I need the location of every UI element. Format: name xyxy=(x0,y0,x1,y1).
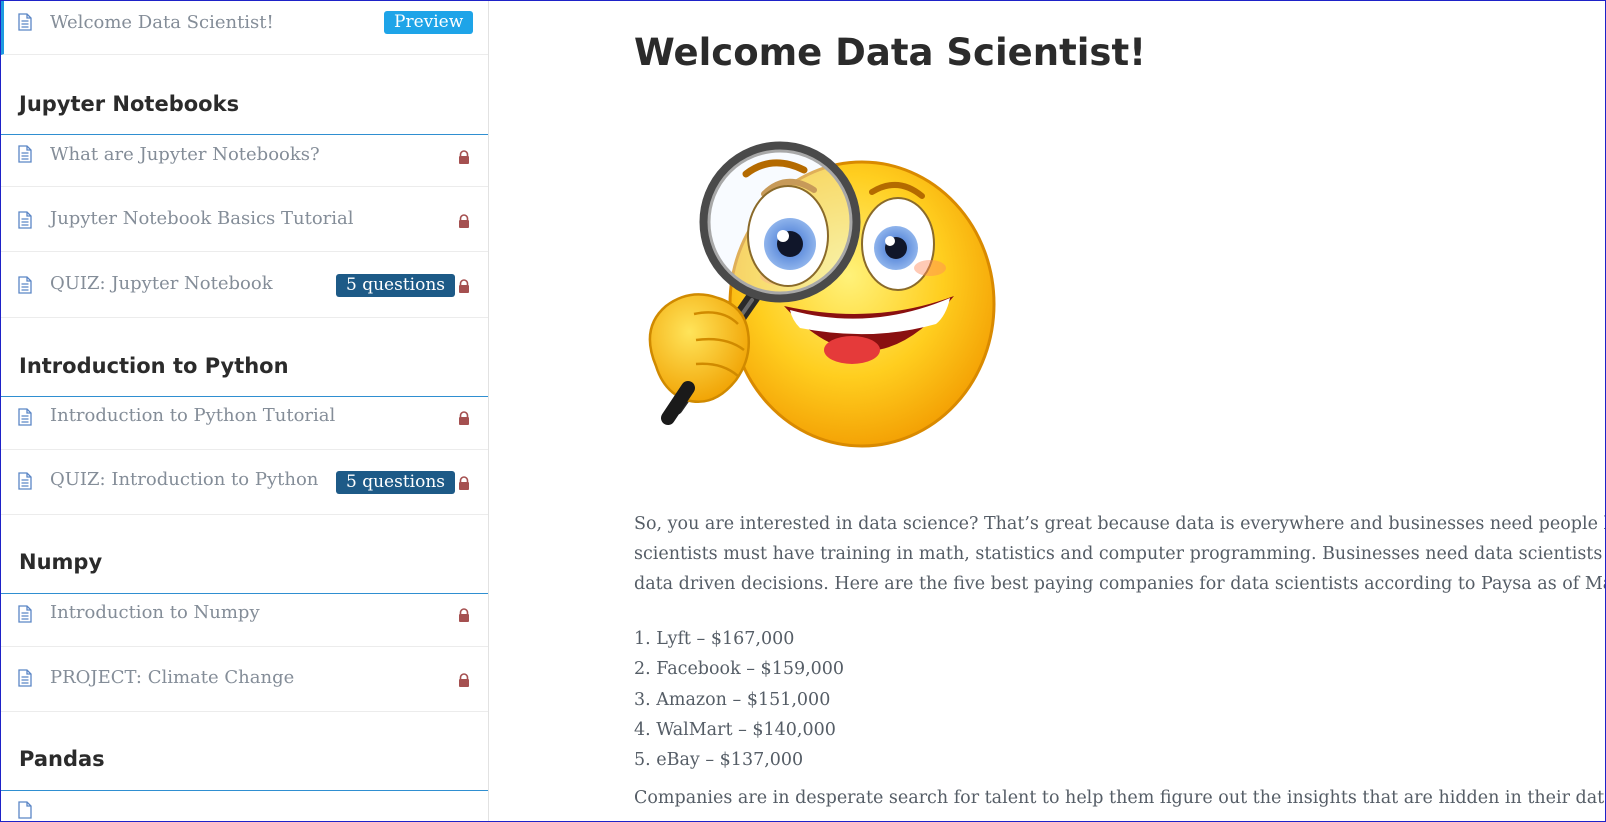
lesson-title: Jupyter Notebook Basics Tutorial xyxy=(50,208,354,229)
lesson-item[interactable]: QUIZ: Jupyter Notebook 5 questions xyxy=(1,252,488,318)
document-icon xyxy=(18,276,32,294)
document-icon xyxy=(18,472,32,490)
lock-icon xyxy=(459,476,469,490)
list-item: 4. WalMart – $140,000 xyxy=(634,719,836,740)
lock-icon xyxy=(459,279,469,293)
lesson-item[interactable]: Jupyter Notebook Basics Tutorial xyxy=(1,187,488,252)
lock-icon xyxy=(459,214,469,228)
document-icon xyxy=(18,211,32,229)
lock-icon xyxy=(459,411,469,425)
preview-badge[interactable]: Preview xyxy=(384,11,474,34)
section-title: Numpy xyxy=(19,550,103,574)
lesson-title: Introduction to Python Tutorial xyxy=(50,405,336,426)
section-introduction-to-python: Introduction to Python xyxy=(1,318,488,397)
lock-icon xyxy=(459,150,469,164)
document-icon xyxy=(18,408,32,426)
company-salary-list: 1. Lyft – $167,000 2. Facebook – $159,00… xyxy=(634,624,844,775)
section-title: Pandas xyxy=(19,747,105,771)
lock-icon xyxy=(459,673,469,687)
list-item: 5. eBay – $137,000 xyxy=(634,750,804,771)
lesson-title: Introduction to Numpy xyxy=(50,602,260,623)
browser-viewport: Welcome Data Scientist! Preview Jupyter … xyxy=(0,0,1606,822)
list-item: 1. Lyft – $167,000 xyxy=(634,629,795,649)
page-title: Welcome Data Scientist! xyxy=(634,31,1147,74)
document-icon xyxy=(18,145,32,163)
lesson-content: Welcome Data Scientist! So, you are inte… xyxy=(489,1,1606,821)
intro-line: data driven decisions. Here are the five… xyxy=(634,574,1606,594)
lesson-item[interactable]: What are Jupyter Notebooks? xyxy=(1,135,488,187)
lesson-item[interactable]: Introduction to Numpy xyxy=(1,594,488,647)
lesson-title: QUIZ: Jupyter Notebook xyxy=(50,273,273,294)
list-item: 3. Amazon – $151,000 xyxy=(634,689,831,710)
document-icon xyxy=(18,669,32,687)
intro-line: scientists must have training in math, s… xyxy=(634,544,1606,564)
magnifying-glass-emoji-image xyxy=(648,141,996,448)
lesson-item[interactable] xyxy=(1,791,488,821)
lesson-title: QUIZ: Introduction to Python xyxy=(50,469,319,490)
lock-icon xyxy=(459,608,469,622)
questions-count-badge: 5 questions xyxy=(336,274,456,297)
section-jupyter-notebooks: Jupyter Notebooks xyxy=(1,55,488,135)
lesson-title: Welcome Data Scientist! xyxy=(50,12,274,33)
lesson-item[interactable]: Introduction to Python Tutorial xyxy=(1,397,488,450)
intro-paragraph: So, you are interested in data science? … xyxy=(634,509,1606,599)
closing-paragraph: Companies are in desperate search for ta… xyxy=(634,788,1606,808)
lesson-item[interactable]: PROJECT: Climate Change xyxy=(1,647,488,712)
section-title: Jupyter Notebooks xyxy=(19,92,240,116)
list-item: 2. Facebook – $159,000 xyxy=(634,659,845,680)
section-title: Introduction to Python xyxy=(19,354,289,378)
lesson-item-welcome[interactable]: Welcome Data Scientist! Preview xyxy=(1,1,488,55)
document-icon xyxy=(18,801,32,819)
questions-count-badge: 5 questions xyxy=(336,471,456,494)
document-icon xyxy=(18,13,32,31)
intro-line: So, you are interested in data science? … xyxy=(634,514,1606,534)
course-curriculum-sidebar: Welcome Data Scientist! Preview Jupyter … xyxy=(1,1,489,821)
lesson-item[interactable]: QUIZ: Introduction to Python 5 questions xyxy=(1,450,488,515)
lesson-title: PROJECT: Climate Change xyxy=(50,667,295,688)
lesson-title: What are Jupyter Notebooks? xyxy=(50,144,320,165)
section-numpy: Numpy xyxy=(1,515,488,594)
document-icon xyxy=(18,605,32,623)
section-pandas: Pandas xyxy=(1,712,488,791)
